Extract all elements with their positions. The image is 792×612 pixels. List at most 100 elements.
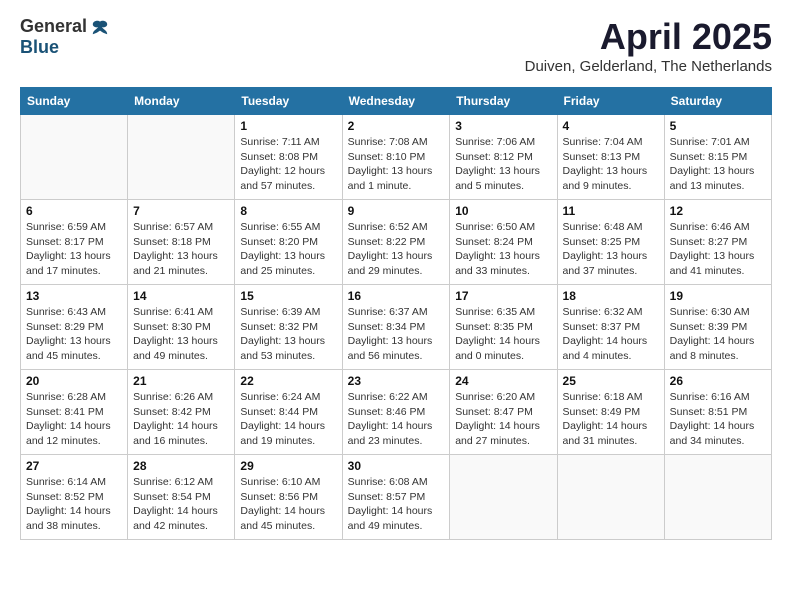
day-number: 25 (563, 374, 659, 388)
day-number: 15 (240, 289, 336, 303)
day-cell: 11Sunrise: 6:48 AM Sunset: 8:25 PM Dayli… (557, 200, 664, 285)
day-info: Sunrise: 6:22 AM Sunset: 8:46 PM Dayligh… (348, 390, 445, 449)
day-number: 4 (563, 119, 659, 133)
day-info: Sunrise: 6:39 AM Sunset: 8:32 PM Dayligh… (240, 305, 336, 364)
day-number: 12 (670, 204, 766, 218)
day-cell: 4 Sunrise: 7:04 AM Sunset: 8:13 PM Daylig… (557, 115, 664, 200)
day-info: Sunrise: 7:08 AM Sunset: 8:10 PM Dayligh… (348, 135, 445, 194)
day-info: Sunrise: 6:46 AM Sunset: 8:27 PM Dayligh… (670, 220, 766, 279)
day-info: Sunrise: 6:24 AM Sunset: 8:44 PM Dayligh… (240, 390, 336, 449)
logo-bird-icon (91, 18, 109, 36)
day-cell (21, 115, 128, 200)
day-info: Sunrise: 6:30 AM Sunset: 8:39 PM Dayligh… (670, 305, 766, 364)
day-number: 22 (240, 374, 336, 388)
header-cell-wednesday: Wednesday (342, 88, 450, 115)
day-cell: 22 Sunrise: 6:24 AM Sunset: 8:44 PM Dayli… (235, 370, 342, 455)
month-title: April 2025 (525, 16, 772, 58)
week-row-1: 1 Sunrise: 7:11 AM Sunset: 8:08 PM Daylig… (21, 115, 772, 200)
day-info: Sunrise: 6:50 AM Sunset: 8:24 PM Dayligh… (455, 220, 551, 279)
day-info: Sunrise: 6:20 AM Sunset: 8:47 PM Dayligh… (455, 390, 551, 449)
day-number: 5 (670, 119, 766, 133)
day-cell: 19Sunrise: 6:30 AM Sunset: 8:39 PM Dayli… (664, 285, 771, 370)
day-cell: 13 Sunrise: 6:43 AM Sunset: 8:29 PM Dayli… (21, 285, 128, 370)
day-cell: 16 Sunrise: 6:37 AM Sunset: 8:34 PM Dayli… (342, 285, 450, 370)
day-number: 24 (455, 374, 551, 388)
day-cell: 1 Sunrise: 7:11 AM Sunset: 8:08 PM Daylig… (235, 115, 342, 200)
day-info: Sunrise: 6:37 AM Sunset: 8:34 PM Dayligh… (348, 305, 445, 364)
day-info: Sunrise: 7:01 AM Sunset: 8:15 PM Dayligh… (670, 135, 766, 194)
day-number: 16 (348, 289, 445, 303)
day-number: 30 (348, 459, 445, 473)
day-cell: 21Sunrise: 6:26 AM Sunset: 8:42 PM Dayli… (128, 370, 235, 455)
day-cell: 10 Sunrise: 6:50 AM Sunset: 8:24 PM Dayli… (450, 200, 557, 285)
week-row-2: 6 Sunrise: 6:59 AM Sunset: 8:17 PM Daylig… (21, 200, 772, 285)
day-cell: 3 Sunrise: 7:06 AM Sunset: 8:12 PM Daylig… (450, 115, 557, 200)
day-number: 26 (670, 374, 766, 388)
logo-general-text: General (20, 16, 87, 37)
day-cell: 29 Sunrise: 6:10 AM Sunset: 8:56 PM Dayli… (235, 455, 342, 540)
day-number: 20 (26, 374, 122, 388)
day-cell (450, 455, 557, 540)
day-cell: 12 Sunrise: 6:46 AM Sunset: 8:27 PM Dayli… (664, 200, 771, 285)
day-cell: 27 Sunrise: 6:14 AM Sunset: 8:52 PM Dayli… (21, 455, 128, 540)
title-area: April 2025 Duiven, Gelderland, The Nethe… (525, 16, 772, 75)
day-info: Sunrise: 6:28 AM Sunset: 8:41 PM Dayligh… (26, 390, 122, 449)
day-number: 11 (563, 204, 659, 218)
header-cell-monday: Monday (128, 88, 235, 115)
day-info: Sunrise: 6:52 AM Sunset: 8:22 PM Dayligh… (348, 220, 445, 279)
day-number: 1 (240, 119, 336, 133)
header-cell-friday: Friday (557, 88, 664, 115)
day-number: 6 (26, 204, 122, 218)
day-info: Sunrise: 6:16 AM Sunset: 8:51 PM Dayligh… (670, 390, 766, 449)
day-info: Sunrise: 7:06 AM Sunset: 8:12 PM Dayligh… (455, 135, 551, 194)
day-cell: 2Sunrise: 7:08 AM Sunset: 8:10 PM Daylig… (342, 115, 450, 200)
week-row-4: 20 Sunrise: 6:28 AM Sunset: 8:41 PM Dayli… (21, 370, 772, 455)
header-cell-sunday: Sunday (21, 88, 128, 115)
day-cell: 7 Sunrise: 6:57 AM Sunset: 8:18 PM Daylig… (128, 200, 235, 285)
day-number: 10 (455, 204, 551, 218)
day-cell: 5 Sunrise: 7:01 AM Sunset: 8:15 PM Daylig… (664, 115, 771, 200)
day-info: Sunrise: 7:04 AM Sunset: 8:13 PM Dayligh… (563, 135, 659, 194)
day-number: 29 (240, 459, 336, 473)
day-number: 27 (26, 459, 122, 473)
header-row: SundayMondayTuesdayWednesdayThursdayFrid… (21, 88, 772, 115)
day-cell (128, 115, 235, 200)
day-info: Sunrise: 6:55 AM Sunset: 8:20 PM Dayligh… (240, 220, 336, 279)
day-info: Sunrise: 7:11 AM Sunset: 8:08 PM Dayligh… (240, 135, 336, 194)
day-cell: 28Sunrise: 6:12 AM Sunset: 8:54 PM Dayli… (128, 455, 235, 540)
day-cell: 20 Sunrise: 6:28 AM Sunset: 8:41 PM Dayli… (21, 370, 128, 455)
day-info: Sunrise: 6:10 AM Sunset: 8:56 PM Dayligh… (240, 475, 336, 534)
day-number: 3 (455, 119, 551, 133)
day-info: Sunrise: 6:43 AM Sunset: 8:29 PM Dayligh… (26, 305, 122, 364)
header: General Blue April 2025 Duiven, Gelderla… (20, 16, 772, 75)
day-number: 17 (455, 289, 551, 303)
day-number: 14 (133, 289, 229, 303)
day-info: Sunrise: 6:32 AM Sunset: 8:37 PM Dayligh… (563, 305, 659, 364)
day-cell: 25Sunrise: 6:18 AM Sunset: 8:49 PM Dayli… (557, 370, 664, 455)
day-number: 13 (26, 289, 122, 303)
week-row-3: 13 Sunrise: 6:43 AM Sunset: 8:29 PM Dayli… (21, 285, 772, 370)
day-number: 9 (348, 204, 445, 218)
day-number: 7 (133, 204, 229, 218)
day-cell: 6 Sunrise: 6:59 AM Sunset: 8:17 PM Daylig… (21, 200, 128, 285)
day-number: 28 (133, 459, 229, 473)
day-info: Sunrise: 6:35 AM Sunset: 8:35 PM Dayligh… (455, 305, 551, 364)
calendar-table: SundayMondayTuesdayWednesdayThursdayFrid… (20, 87, 772, 540)
day-cell: 9 Sunrise: 6:52 AM Sunset: 8:22 PM Daylig… (342, 200, 450, 285)
day-number: 23 (348, 374, 445, 388)
day-info: Sunrise: 6:08 AM Sunset: 8:57 PM Dayligh… (348, 475, 445, 534)
day-number: 18 (563, 289, 659, 303)
day-info: Sunrise: 6:14 AM Sunset: 8:52 PM Dayligh… (26, 475, 122, 534)
day-cell: 14 Sunrise: 6:41 AM Sunset: 8:30 PM Dayli… (128, 285, 235, 370)
day-cell: 24 Sunrise: 6:20 AM Sunset: 8:47 PM Dayli… (450, 370, 557, 455)
day-cell: 15 Sunrise: 6:39 AM Sunset: 8:32 PM Dayli… (235, 285, 342, 370)
day-info: Sunrise: 6:57 AM Sunset: 8:18 PM Dayligh… (133, 220, 229, 279)
day-cell: 23 Sunrise: 6:22 AM Sunset: 8:46 PM Dayli… (342, 370, 450, 455)
location: Duiven, Gelderland, The Netherlands (525, 58, 772, 75)
day-info: Sunrise: 6:59 AM Sunset: 8:17 PM Dayligh… (26, 220, 122, 279)
day-info: Sunrise: 6:41 AM Sunset: 8:30 PM Dayligh… (133, 305, 229, 364)
day-cell: 17 Sunrise: 6:35 AM Sunset: 8:35 PM Dayli… (450, 285, 557, 370)
day-cell: 18 Sunrise: 6:32 AM Sunset: 8:37 PM Dayli… (557, 285, 664, 370)
week-row-5: 27 Sunrise: 6:14 AM Sunset: 8:52 PM Dayli… (21, 455, 772, 540)
day-cell (557, 455, 664, 540)
